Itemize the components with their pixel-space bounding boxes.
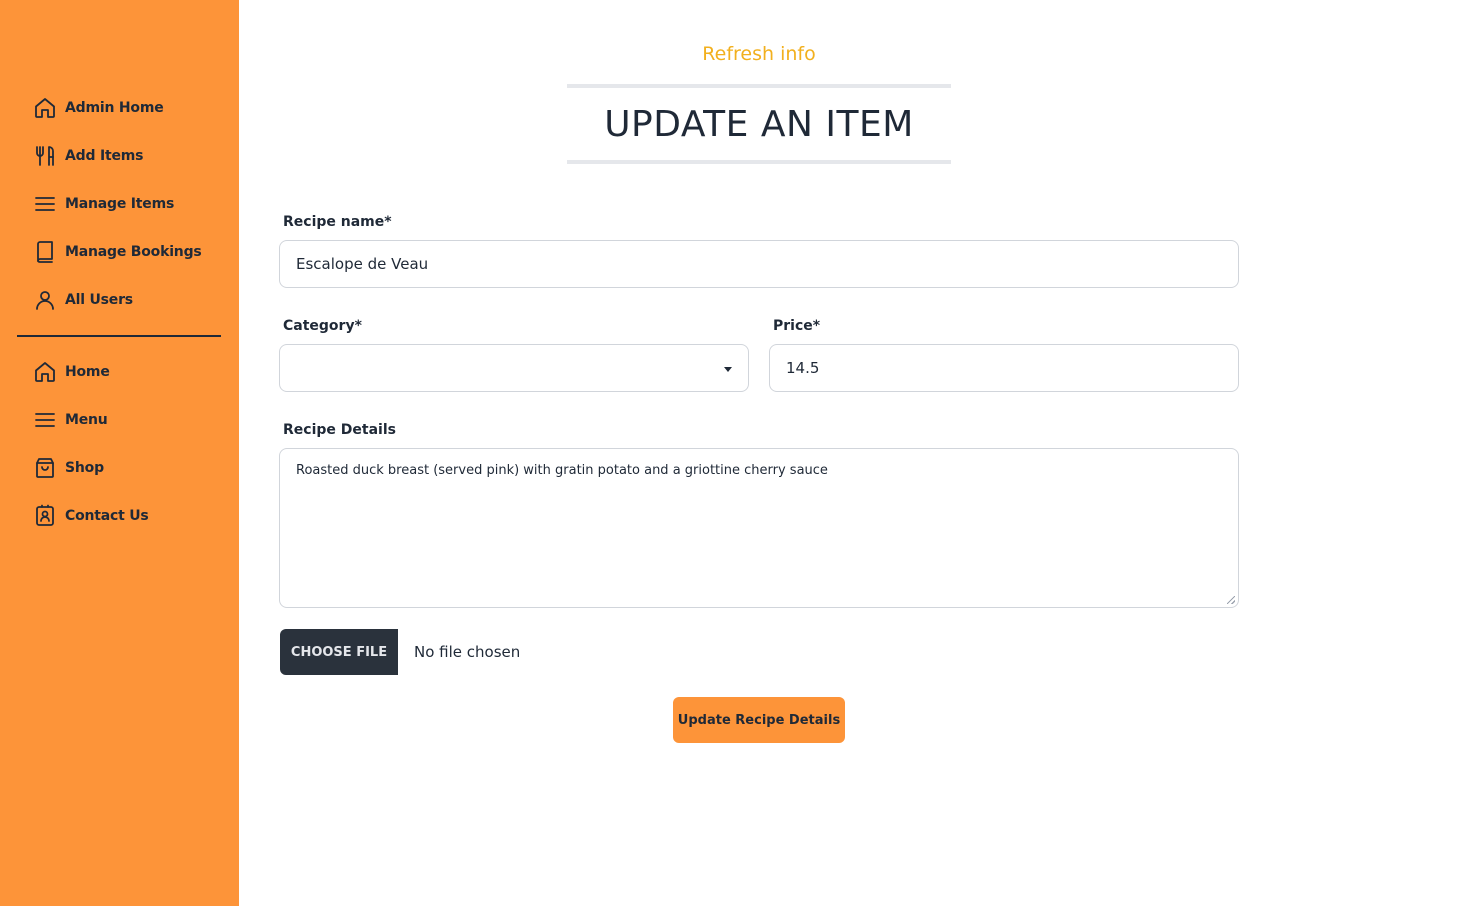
menu-lines-icon	[33, 408, 57, 432]
sidebar-item-label: All Users	[65, 292, 133, 308]
file-input: CHOOSE FILE No file chosen	[280, 629, 520, 675]
recipe-name-value: Escalope de Veau	[296, 255, 429, 273]
recipe-name-input[interactable]: Escalope de Veau	[279, 240, 1239, 288]
sidebar-divider	[17, 335, 221, 337]
sidebar-item-label: Admin Home	[65, 100, 164, 116]
sidebar-item-label: Contact Us	[65, 508, 149, 524]
sidebar-item-label: Shop	[65, 460, 104, 476]
choose-file-button[interactable]: CHOOSE FILE	[280, 629, 398, 675]
resize-handle-icon[interactable]	[1227, 596, 1235, 604]
main-content: Refresh info UPDATE AN ITEM Recipe name*…	[239, 0, 1477, 906]
sidebar-item-home[interactable]: Home	[0, 348, 239, 396]
page-subtitle: Refresh info	[702, 43, 816, 65]
page-title-block: UPDATE AN ITEM	[567, 84, 951, 164]
site-nav: Home Menu Shop Contact Us	[0, 348, 239, 540]
file-status: No file chosen	[414, 643, 521, 661]
contact-card-icon	[33, 504, 57, 528]
book-icon	[33, 240, 57, 264]
page-title: UPDATE AN ITEM	[604, 103, 914, 145]
chevron-down-icon	[724, 367, 732, 372]
sidebar-item-add-items[interactable]: Add Items	[0, 132, 239, 180]
sidebar-item-manage-bookings[interactable]: Manage Bookings	[0, 228, 239, 276]
recipe-details-textarea[interactable]: Roasted duck breast (served pink) with g…	[279, 448, 1239, 608]
home-icon	[33, 96, 57, 120]
sidebar-item-menu[interactable]: Menu	[0, 396, 239, 444]
sidebar-item-label: Manage Bookings	[65, 244, 202, 260]
home-icon	[33, 360, 57, 384]
menu-lines-icon	[33, 192, 57, 216]
sidebar-item-label: Manage Items	[65, 196, 175, 212]
category-label: Category*	[283, 318, 362, 334]
user-icon	[33, 288, 57, 312]
update-recipe-button[interactable]: Update Recipe Details	[673, 697, 845, 743]
recipe-name-label: Recipe name*	[283, 214, 392, 230]
admin-nav: Admin Home Add Items Manage Items Manage…	[0, 84, 239, 324]
sidebar-item-label: Home	[65, 364, 110, 380]
sidebar-item-contact-us[interactable]: Contact Us	[0, 492, 239, 540]
price-input[interactable]: 14.5	[769, 344, 1239, 392]
recipe-details-value: Roasted duck breast (served pink) with g…	[296, 463, 828, 478]
sidebar: Admin Home Add Items Manage Items Manage…	[0, 0, 239, 906]
utensils-icon	[33, 144, 57, 168]
sidebar-item-label: Add Items	[65, 148, 144, 164]
sidebar-item-label: Menu	[65, 412, 108, 428]
sidebar-item-manage-items[interactable]: Manage Items	[0, 180, 239, 228]
recipe-details-label: Recipe Details	[283, 422, 396, 438]
price-value: 14.5	[786, 359, 820, 377]
sidebar-item-admin-home[interactable]: Admin Home	[0, 84, 239, 132]
price-label: Price*	[773, 318, 821, 334]
category-select[interactable]	[279, 344, 749, 392]
shopping-bag-icon	[33, 456, 57, 480]
sidebar-item-all-users[interactable]: All Users	[0, 276, 239, 324]
sidebar-item-shop[interactable]: Shop	[0, 444, 239, 492]
